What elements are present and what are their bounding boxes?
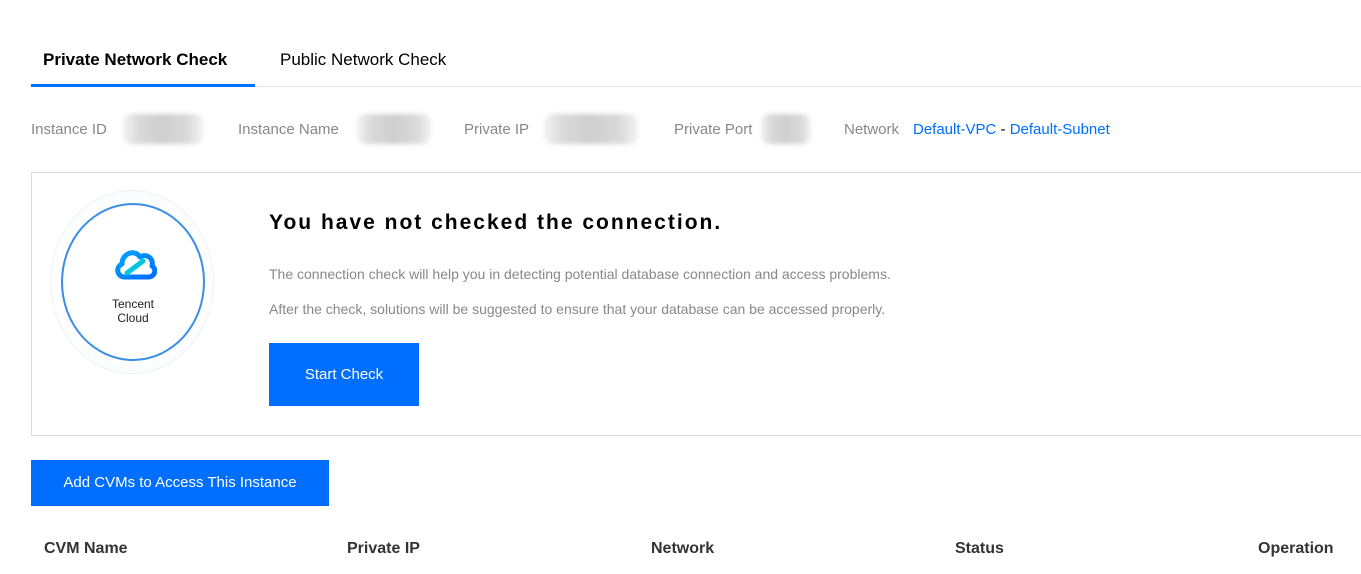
subnet-link[interactable]: Default-Subnet: [1010, 121, 1110, 138]
private-ip-value-redacted: [544, 114, 638, 144]
private-ip-label: Private IP: [464, 121, 530, 138]
private-port-value-redacted: [761, 114, 811, 144]
network-link[interactable]: Default-VPC - Default-Subnet: [913, 121, 1110, 138]
column-header-status: Status: [955, 540, 1004, 557]
logo-text-line1: Tencent: [111, 297, 155, 311]
tencent-cloud-logo-icon: [115, 250, 157, 280]
logo-badge: Tencent Cloud: [50, 190, 214, 374]
tab-private-network-check[interactable]: Private Network Check: [43, 50, 227, 70]
instance-name-value-redacted: [357, 114, 431, 144]
network-label: Network: [844, 121, 900, 138]
tab-public-network-check[interactable]: Public Network Check: [280, 50, 446, 70]
table-header: CVM Name Private IP Network Status Opera…: [0, 540, 1361, 564]
active-tab-indicator: [31, 84, 255, 87]
vpc-link[interactable]: Default-VPC: [913, 121, 996, 138]
column-header-cvm-name: CVM Name: [44, 540, 128, 557]
instance-id-label: Instance ID: [31, 121, 107, 138]
card-title: You have not checked the connection.: [269, 211, 723, 234]
add-cvms-button[interactable]: Add CVMs to Access This Instance: [31, 460, 329, 506]
card-description-1: The connection check will help you in de…: [269, 266, 891, 282]
column-header-operation: Operation: [1258, 540, 1334, 557]
start-check-button[interactable]: Start Check: [269, 343, 419, 406]
logo-text: Tencent Cloud: [63, 297, 203, 325]
column-header-network: Network: [651, 540, 715, 557]
network-separator: -: [996, 121, 1010, 138]
column-header-private-ip: Private IP: [347, 540, 420, 557]
logo-ring: Tencent Cloud: [61, 203, 205, 361]
connection-check-card: Tencent Cloud You have not checked the c…: [31, 172, 1361, 436]
card-description-2: After the check, solutions will be sugge…: [269, 301, 886, 317]
instance-name-label: Instance Name: [238, 121, 339, 138]
logo-text-line2: Cloud: [117, 311, 149, 325]
private-port-label: Private Port: [674, 121, 753, 138]
tab-bar: Private Network Check Public Network Che…: [31, 0, 1361, 87]
instance-id-value-redacted: [123, 114, 203, 144]
